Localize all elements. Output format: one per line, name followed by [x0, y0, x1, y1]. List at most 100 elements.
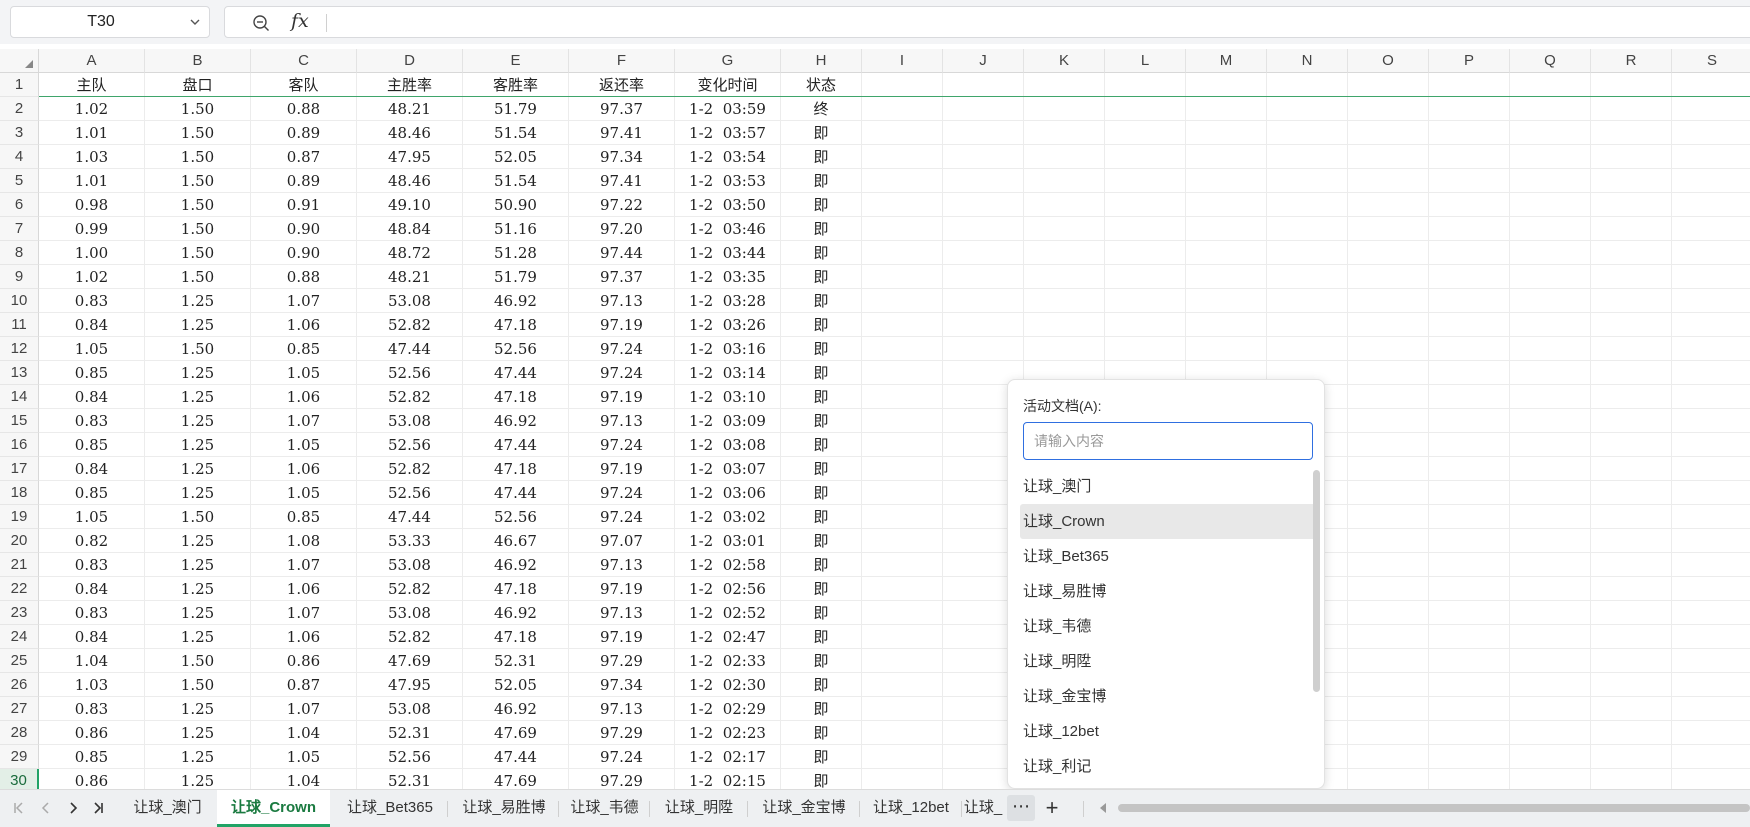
column-header-J[interactable]: J	[943, 49, 1024, 73]
table-cell[interactable]: 0.82	[39, 529, 145, 553]
table-cell[interactable]: 1.07	[251, 601, 357, 625]
empty-cell[interactable]	[1510, 169, 1591, 193]
table-cell[interactable]: 51.79	[463, 265, 569, 289]
empty-cell[interactable]	[1429, 193, 1510, 217]
empty-cell[interactable]	[1510, 721, 1591, 745]
table-cell[interactable]: 1.50	[145, 193, 251, 217]
table-cell[interactable]: 0.89	[251, 121, 357, 145]
table-cell[interactable]: 97.07	[569, 529, 675, 553]
empty-cell[interactable]	[1510, 601, 1591, 625]
empty-cell[interactable]	[1672, 625, 1750, 649]
table-cell[interactable]: 0.83	[39, 601, 145, 625]
column-header-D[interactable]: D	[357, 49, 463, 73]
table-cell[interactable]: 即	[781, 193, 862, 217]
table-cell[interactable]: 97.19	[569, 457, 675, 481]
empty-cell[interactable]	[1186, 169, 1267, 193]
table-cell[interactable]: 1-2 02:33	[675, 649, 781, 673]
empty-cell[interactable]	[1024, 145, 1105, 169]
document-list-item[interactable]: 让球_Bet365	[1020, 539, 1320, 574]
table-cell[interactable]: 1-2 03:26	[675, 313, 781, 337]
empty-cell[interactable]	[862, 721, 943, 745]
table-cell[interactable]: 46.92	[463, 409, 569, 433]
table-cell[interactable]: 1-2 02:29	[675, 697, 781, 721]
empty-cell[interactable]	[1348, 169, 1429, 193]
table-cell[interactable]: 1-2 02:52	[675, 601, 781, 625]
table-cell[interactable]: 52.56	[357, 481, 463, 505]
first-sheet-icon[interactable]	[12, 801, 26, 815]
table-cell[interactable]: 1.06	[251, 457, 357, 481]
empty-cell[interactable]	[1267, 97, 1348, 121]
row-header[interactable]: 2	[0, 97, 39, 121]
table-cell[interactable]: 97.13	[569, 553, 675, 577]
empty-cell[interactable]	[1348, 409, 1429, 433]
empty-cell[interactable]	[1591, 721, 1672, 745]
empty-cell[interactable]	[1510, 361, 1591, 385]
row-header[interactable]: 9	[0, 265, 39, 289]
table-cell[interactable]: 即	[781, 505, 862, 529]
table-cell[interactable]: 即	[781, 313, 862, 337]
table-cell[interactable]: 1.50	[145, 145, 251, 169]
empty-cell[interactable]	[862, 433, 943, 457]
empty-cell[interactable]	[1591, 769, 1672, 789]
table-cell[interactable]: 97.37	[569, 97, 675, 121]
empty-cell[interactable]	[862, 769, 943, 789]
empty-cell[interactable]	[1429, 97, 1510, 121]
sheet-tab[interactable]: 让球_	[963, 790, 1003, 827]
empty-cell[interactable]	[1510, 97, 1591, 121]
table-cell[interactable]: 0.84	[39, 457, 145, 481]
empty-cell[interactable]	[943, 241, 1024, 265]
table-cell[interactable]: 47.18	[463, 385, 569, 409]
empty-cell[interactable]	[1348, 697, 1429, 721]
table-cell[interactable]: 1.25	[145, 745, 251, 769]
empty-cell[interactable]	[1672, 649, 1750, 673]
empty-cell[interactable]	[862, 193, 943, 217]
table-cell[interactable]: 即	[781, 289, 862, 313]
table-cell[interactable]: 终	[781, 97, 862, 121]
empty-cell[interactable]	[1510, 433, 1591, 457]
empty-cell[interactable]	[1348, 553, 1429, 577]
table-cell[interactable]: 0.87	[251, 145, 357, 169]
empty-cell[interactable]	[1591, 481, 1672, 505]
empty-cell[interactable]	[1105, 193, 1186, 217]
empty-cell[interactable]	[943, 169, 1024, 193]
table-cell[interactable]: 47.95	[357, 673, 463, 697]
empty-cell[interactable]	[943, 313, 1024, 337]
empty-cell[interactable]	[1348, 745, 1429, 769]
column-title-cell[interactable]: 变化时间	[675, 73, 781, 97]
empty-cell[interactable]	[1348, 337, 1429, 361]
table-cell[interactable]: 1-2 03:14	[675, 361, 781, 385]
table-cell[interactable]: 1-2 03:50	[675, 193, 781, 217]
empty-cell[interactable]	[1429, 169, 1510, 193]
table-cell[interactable]: 46.67	[463, 529, 569, 553]
table-cell[interactable]: 47.18	[463, 457, 569, 481]
table-cell[interactable]: 1.05	[39, 505, 145, 529]
empty-cell[interactable]	[1348, 505, 1429, 529]
empty-cell[interactable]	[862, 313, 943, 337]
empty-cell[interactable]	[1429, 769, 1510, 789]
row-header[interactable]: 17	[0, 457, 39, 481]
empty-cell[interactable]	[1591, 217, 1672, 241]
row-header[interactable]: 26	[0, 673, 39, 697]
empty-cell[interactable]	[1510, 577, 1591, 601]
empty-cell[interactable]	[1024, 121, 1105, 145]
table-cell[interactable]: 97.19	[569, 625, 675, 649]
table-cell[interactable]: 51.79	[463, 97, 569, 121]
empty-cell[interactable]	[862, 97, 943, 121]
empty-cell[interactable]	[1672, 769, 1750, 789]
empty-cell[interactable]	[1105, 73, 1186, 97]
empty-cell[interactable]	[1105, 217, 1186, 241]
table-cell[interactable]: 0.84	[39, 577, 145, 601]
row-header[interactable]: 8	[0, 241, 39, 265]
table-cell[interactable]: 1.25	[145, 481, 251, 505]
table-cell[interactable]: 97.13	[569, 601, 675, 625]
table-cell[interactable]: 97.24	[569, 505, 675, 529]
table-cell[interactable]: 48.46	[357, 121, 463, 145]
table-cell[interactable]: 1.05	[251, 361, 357, 385]
row-header[interactable]: 20	[0, 529, 39, 553]
empty-cell[interactable]	[1672, 745, 1750, 769]
table-cell[interactable]: 1.50	[145, 241, 251, 265]
table-cell[interactable]: 1.25	[145, 601, 251, 625]
empty-cell[interactable]	[1348, 601, 1429, 625]
empty-cell[interactable]	[1591, 289, 1672, 313]
table-cell[interactable]: 46.92	[463, 601, 569, 625]
